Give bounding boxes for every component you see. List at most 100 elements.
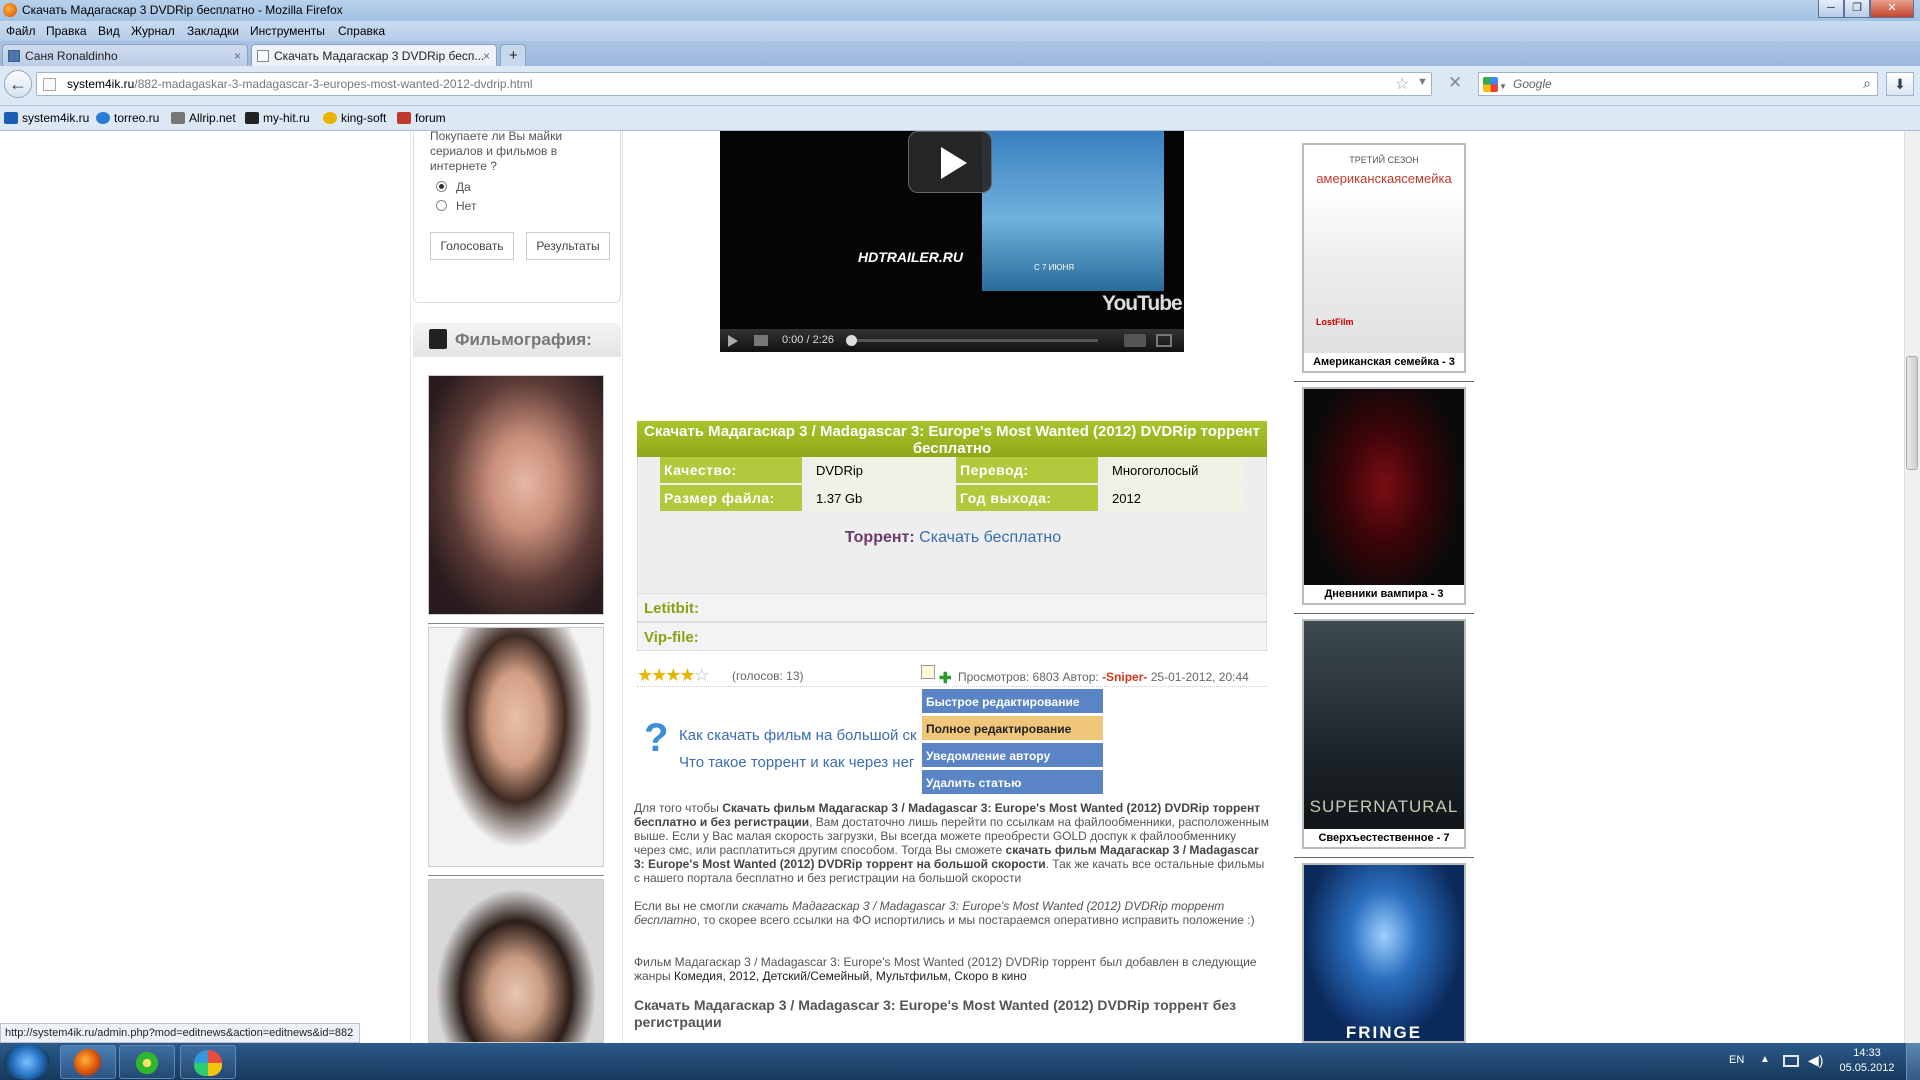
bookmark-favicon-icon: [4, 112, 18, 124]
bookmark-favicon-icon: [323, 112, 337, 124]
star-filled-icon[interactable]: ★: [637, 665, 653, 685]
engine-dropdown-icon[interactable]: ▼: [1499, 82, 1507, 91]
poster-supernatural[interactable]: SUPERNATURAL Сверхъестественное - 7: [1302, 619, 1466, 849]
actor-photo-2[interactable]: [428, 879, 604, 1043]
poster-vampire-diaries[interactable]: Дневники вампира - 3: [1302, 387, 1466, 605]
torrent-label: Торрент:: [844, 529, 915, 546]
page-scrollbar[interactable]: [1904, 131, 1920, 1043]
poll-option-no: Нет: [456, 199, 477, 213]
close-tab-icon[interactable]: ×: [234, 49, 241, 63]
quality-value: DVDRip: [810, 457, 954, 483]
bookmark-star-icon[interactable]: ☆: [1395, 74, 1409, 94]
add-icon[interactable]: ✚: [939, 669, 952, 687]
icq-flower-icon: [133, 1049, 161, 1077]
menu-edit[interactable]: Правка: [46, 24, 87, 38]
context-quick-edit[interactable]: Быстрое редактирование: [921, 688, 1104, 714]
small-play-icon[interactable]: [728, 335, 738, 347]
bookmark-torreo[interactable]: torreo.ru: [96, 111, 159, 125]
context-notify-author[interactable]: Уведомление автору: [921, 742, 1104, 768]
fullscreen-icon[interactable]: [1156, 334, 1172, 347]
network-icon[interactable]: [1783, 1055, 1799, 1067]
vote-button[interactable]: Голосовать: [430, 232, 514, 260]
stop-icon[interactable]: ✕: [1448, 73, 1462, 93]
poster-fringe[interactable]: FRINGE: [1302, 863, 1466, 1043]
hdtrailer-logo: HDTRAILER.RU: [858, 249, 963, 265]
context-delete-article[interactable]: Удалить статью: [921, 769, 1104, 795]
search-placeholder: Google: [1513, 77, 1552, 91]
close-tab-icon[interactable]: ×: [483, 49, 490, 63]
bookmark-myhit[interactable]: my-hit.ru: [245, 111, 310, 125]
filmography-title: Фильмография:: [455, 330, 592, 349]
language-indicator[interactable]: EN: [1729, 1054, 1744, 1066]
details-box: Качество: DVDRip Перевод: Многоголосый Р…: [637, 457, 1267, 605]
menu-bookmarks[interactable]: Закладки: [187, 24, 239, 38]
taskbar-paint[interactable]: [180, 1045, 236, 1079]
tray-expand-icon[interactable]: ▲: [1760, 1054, 1770, 1065]
taskbar-firefox[interactable]: [60, 1045, 116, 1079]
torrent-download-link[interactable]: Скачать бесплатно: [919, 529, 1061, 546]
tab-sanya[interactable]: Саня Ronaldinho ×: [2, 44, 248, 66]
tab-bar: Саня Ronaldinho × Скачать Мадагаскар 3 D…: [0, 41, 1920, 66]
quality-icon[interactable]: [1124, 334, 1146, 347]
downloads-icon[interactable]: ⬇: [1886, 72, 1914, 96]
taskbar-icq[interactable]: [119, 1045, 175, 1079]
poster-american-family[interactable]: ТРЕТИЙ СЕЗОН американскаясемейка LostFil…: [1302, 143, 1466, 373]
bookmark-forum[interactable]: forum: [397, 111, 446, 125]
star-filled-icon[interactable]: ★: [651, 665, 667, 685]
size-label: Размер файла:: [660, 485, 802, 511]
google-engine-icon[interactable]: [1483, 77, 1498, 92]
results-button[interactable]: Результаты: [526, 232, 610, 260]
menu-view[interactable]: Вид: [98, 24, 120, 38]
menu-help[interactable]: Справка: [338, 24, 385, 38]
search-go-icon[interactable]: ⌕: [1863, 75, 1871, 92]
site-identity-icon[interactable]: [43, 78, 56, 91]
search-input[interactable]: ▼ Google ⌕: [1478, 72, 1878, 96]
new-tab-button[interactable]: +: [500, 44, 526, 66]
address-bar[interactable]: system4ik.ru/882-madagaskar-3-madagascar…: [36, 72, 1432, 96]
menu-tools[interactable]: Инструменты: [250, 24, 325, 38]
bookmark-kingsoft[interactable]: king-soft: [323, 111, 386, 125]
rating-stars[interactable]: ★★★★☆: [637, 665, 710, 686]
volume-tray-icon[interactable]: ◀): [1808, 1052, 1823, 1069]
star-filled-icon[interactable]: ★: [679, 665, 695, 685]
show-desktop-button[interactable]: [1906, 1043, 1920, 1080]
help-link-download[interactable]: Как скачать фильм на большой ск: [679, 727, 917, 744]
youtube-logo[interactable]: YouTube: [1102, 292, 1183, 316]
help-link-torrent[interactable]: Что такое торрент и как через нег: [679, 754, 914, 771]
window-title: Скачать Мадагаскар 3 DVDRip бесплатно - …: [22, 3, 343, 17]
edit-icon[interactable]: [921, 665, 935, 679]
video-player[interactable]: С 7 ИЮНЯ HDTRAILER.RU YouTube 0:00 / 2:2…: [720, 131, 1184, 352]
tab-madagascar[interactable]: Скачать Мадагаскар 3 DVDRip бесп... ×: [251, 44, 497, 66]
star-filled-icon[interactable]: ★: [665, 665, 681, 685]
poll-radio-no[interactable]: [436, 200, 447, 211]
author-link[interactable]: -Sniper-: [1102, 670, 1147, 684]
scrollbar-thumb[interactable]: [1906, 356, 1918, 470]
actor-photo-1[interactable]: [428, 627, 604, 867]
video-progress-bar[interactable]: [848, 339, 1098, 342]
play-button[interactable]: [908, 131, 992, 193]
actress-photo[interactable]: [428, 375, 604, 615]
divider: [1294, 857, 1474, 858]
maximize-button[interactable]: ❐: [1844, 0, 1870, 18]
poll-option-yes: Да: [456, 180, 471, 194]
context-full-edit[interactable]: Полное редактирование: [921, 715, 1104, 741]
paragraph-3: Фильм Мадагаскар 3 / Madagascar 3: Europ…: [634, 955, 1257, 983]
letitbit-section[interactable]: Letitbit:: [637, 593, 1267, 622]
poll-radio-yes[interactable]: [436, 181, 447, 192]
volume-icon[interactable]: [754, 335, 768, 346]
start-button[interactable]: [4, 1044, 50, 1080]
menu-history[interactable]: Журнал: [131, 24, 175, 38]
star-empty-icon[interactable]: ☆: [694, 665, 710, 685]
back-arrow-icon[interactable]: ←: [4, 70, 32, 98]
bookmark-system4ik[interactable]: system4ik.ru: [4, 111, 89, 125]
vipfile-section[interactable]: Vip-file:: [637, 622, 1267, 651]
bookmark-allrip[interactable]: Allrip.net: [171, 111, 236, 125]
menu-file[interactable]: Файл: [6, 24, 36, 38]
minimize-button[interactable]: ─: [1818, 0, 1844, 18]
poll-question: Покупаете ли Вы майки сериалов и фильмов…: [430, 131, 563, 173]
right-column: ТРЕТИЙ СЕЗОН американскаясемейка LostFil…: [1278, 131, 1474, 1043]
history-dropdown-icon[interactable]: ▼: [1417, 76, 1428, 88]
clock[interactable]: 14:33 05.05.2012: [1838, 1046, 1896, 1076]
close-window-button[interactable]: ✕: [1870, 0, 1914, 18]
video-scrubber[interactable]: [846, 335, 857, 346]
